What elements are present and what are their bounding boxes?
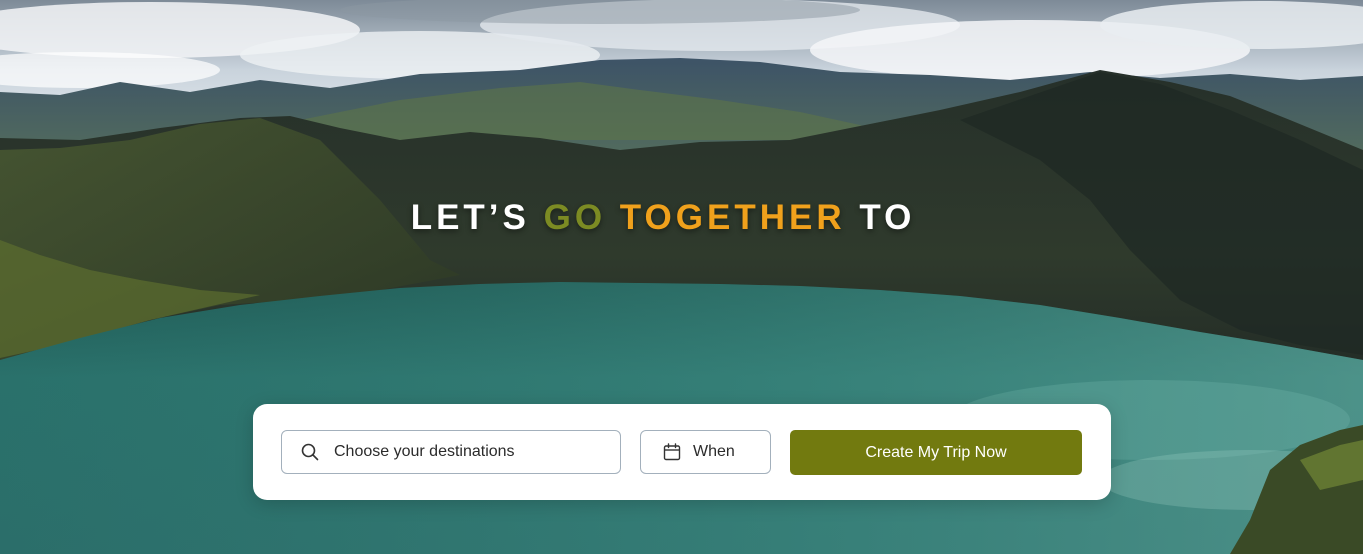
calendar-icon	[663, 443, 681, 461]
trip-search-card: When Create My Trip Now	[253, 404, 1111, 500]
when-date-picker[interactable]: When	[640, 430, 771, 474]
create-trip-button[interactable]: Create My Trip Now	[790, 430, 1082, 475]
headline-part-go: GO	[543, 198, 607, 237]
headline-spacer	[606, 198, 620, 237]
destination-field[interactable]	[281, 430, 621, 474]
when-label: When	[693, 443, 735, 460]
search-icon	[300, 442, 320, 462]
headline-part-together: TOGETHER	[619, 198, 846, 237]
headline-part-to: TO	[845, 198, 916, 237]
hero-headline: LET’S GO TOGETHER TO	[0, 198, 1326, 238]
hero-section: LET’S GO TOGETHER TO When	[0, 0, 1363, 554]
destination-input[interactable]	[334, 443, 594, 461]
headline-part-lets: LET’S	[410, 198, 544, 237]
